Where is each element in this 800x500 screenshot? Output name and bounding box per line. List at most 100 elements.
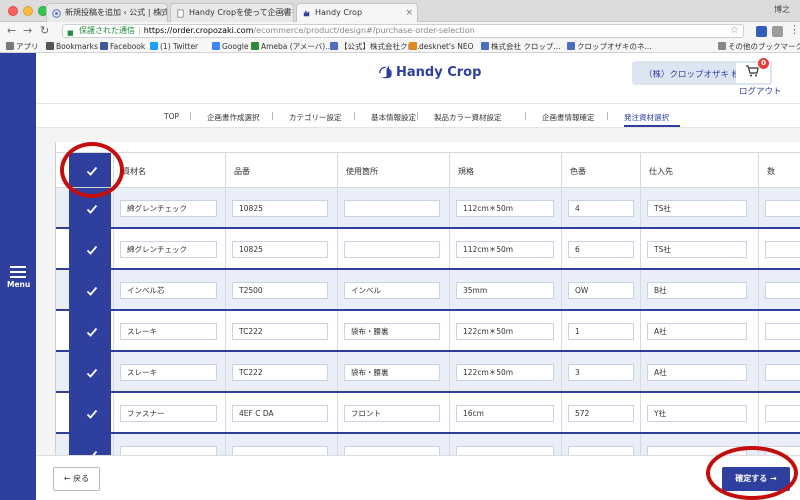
row-checkbox[interactable]	[86, 367, 98, 379]
step-item[interactable]: 発注資材選択	[624, 112, 669, 123]
row-checkbox[interactable]	[86, 326, 98, 338]
material-input[interactable]: インベル芯	[120, 282, 217, 299]
desknets-icon	[409, 42, 417, 50]
back-arrow-icon[interactable]: ←	[7, 24, 16, 38]
reload-icon[interactable]: ↻	[40, 24, 49, 38]
bookmark-star-icon[interactable]: ☆	[730, 25, 739, 37]
spec-input[interactable]: 35mm	[456, 282, 554, 299]
spec-input[interactable]: 122cm＊50m	[456, 364, 554, 381]
supplier-input[interactable]: A社	[647, 323, 747, 340]
table-row: スレーキ TC222 袋布・腰裏 122cm＊50m 3 A社	[56, 352, 800, 393]
quantity-input[interactable]	[765, 323, 800, 340]
step-item[interactable]: TOP	[164, 112, 179, 121]
quantity-input[interactable]	[765, 364, 800, 381]
step-item[interactable]: 製品カラー資材設定	[434, 112, 502, 123]
bookmark-item[interactable]: その他のブックマーク	[718, 40, 800, 53]
material-input[interactable]: ファスナー	[120, 405, 217, 422]
part-no-input[interactable]: T2500	[232, 282, 328, 299]
table-cell: 3	[561, 352, 640, 391]
bookmark-item[interactable]: Bookmarks	[46, 40, 98, 53]
color-no-input[interactable]: 572	[568, 405, 634, 422]
footer-bar: ← 戻る 確定する →	[36, 455, 800, 500]
bookmark-item[interactable]: アプリ	[6, 40, 39, 53]
part-no-input[interactable]: TC222	[232, 364, 328, 381]
back-button[interactable]: ← 戻る	[53, 467, 100, 491]
bookmark-item[interactable]: 株式会社 クロップ...	[481, 40, 561, 53]
logo[interactable]: Handy Crop	[378, 63, 481, 80]
location-input[interactable]	[344, 446, 440, 455]
bookmark-item[interactable]: Google	[212, 40, 248, 53]
location-input[interactable]: 袋布・腰裏	[344, 323, 440, 340]
color-no-input[interactable]: 6	[568, 241, 634, 258]
location-input[interactable]: インベル	[344, 282, 440, 299]
browser-tab-1[interactable]: 新規投稿を追加 ‹ 公式 | 株式会社 ×	[46, 3, 168, 22]
material-input[interactable]: スレーキ	[120, 323, 217, 340]
color-no-input[interactable]: OW	[568, 282, 634, 299]
color-no-input[interactable]: 3	[568, 364, 634, 381]
profile-name[interactable]: 博之	[774, 4, 790, 15]
bookmark-item[interactable]: (1) Twitter	[150, 40, 198, 53]
account-name[interactable]: （株）クロップオザキ 様	[644, 68, 740, 80]
part-no-input[interactable]: TC222	[232, 323, 328, 340]
active-step-underline	[624, 125, 680, 127]
spec-input[interactable]: 112cm＊50m	[456, 200, 554, 217]
part-no-input[interactable]	[232, 446, 328, 455]
chrome-menu-icon[interactable]: ⋮	[789, 23, 800, 36]
color-no-input[interactable]: 1	[568, 323, 634, 340]
location-input[interactable]	[344, 200, 440, 217]
spec-input[interactable]	[456, 446, 554, 455]
supplier-input[interactable]: B社	[647, 282, 747, 299]
location-input[interactable]: 袋布・腰裏	[344, 364, 440, 381]
browser-tab-3-active[interactable]: Handy Crop ×	[296, 3, 418, 22]
browser-tab-2[interactable]: Handy Cropを使って企画書を作 ×	[170, 3, 294, 22]
menu-button[interactable]: Menu	[7, 263, 30, 289]
quantity-input[interactable]	[765, 200, 800, 217]
extension-icon[interactable]	[756, 26, 767, 37]
window-close-button[interactable]	[8, 6, 18, 16]
supplier-input[interactable]: TS社	[647, 241, 747, 258]
bookmark-item[interactable]: Facebook	[100, 40, 145, 53]
step-item[interactable]: 企画書作成選択	[207, 112, 260, 123]
table-cell: 4EF C DA	[225, 393, 337, 432]
supplier-input[interactable]: TS社	[647, 200, 747, 217]
color-no-input[interactable]: 4	[568, 200, 634, 217]
row-checkbox[interactable]	[86, 244, 98, 256]
bookmark-item[interactable]: Ameba (アメーバ)...	[251, 40, 332, 53]
material-input[interactable]: 綿グレンチェック	[120, 200, 217, 217]
row-checkbox[interactable]	[86, 285, 98, 297]
bookmark-item[interactable]: クロップオザキのネ...	[567, 40, 652, 53]
step-item[interactable]: カテゴリー設定	[289, 112, 342, 123]
address-bar[interactable]: ■ 保護された通信 | https://order.cropozaki.com/ec…	[62, 24, 744, 38]
spec-input[interactable]: 112cm＊50m	[456, 241, 554, 258]
step-item[interactable]: 基本情報設定	[371, 112, 416, 123]
location-input[interactable]	[344, 241, 440, 258]
window-minimize-button[interactable]	[23, 6, 33, 16]
quantity-input[interactable]	[765, 241, 800, 258]
supplier-input[interactable]: Y社	[647, 405, 747, 422]
table-cell: 6	[561, 229, 640, 268]
logout-link[interactable]: ログアウト	[739, 85, 782, 97]
supplier-input[interactable]: A社	[647, 364, 747, 381]
spec-input[interactable]: 122cm＊50m	[456, 323, 554, 340]
material-input[interactable]	[120, 446, 217, 455]
location-input[interactable]: フロント	[344, 405, 440, 422]
tab-close-icon[interactable]: ×	[405, 4, 413, 22]
material-input[interactable]: 綿グレンチェック	[120, 241, 217, 258]
extension-icon[interactable]	[772, 26, 783, 37]
part-no-input[interactable]: 10825	[232, 200, 328, 217]
part-no-input[interactable]: 10825	[232, 241, 328, 258]
quantity-input[interactable]	[765, 282, 800, 299]
tab-close-icon[interactable]: ×	[281, 4, 289, 22]
tab-close-icon[interactable]: ×	[155, 4, 163, 22]
row-checkbox[interactable]	[86, 408, 98, 420]
part-no-input[interactable]: 4EF C DA	[232, 405, 328, 422]
spec-input[interactable]: 16cm	[456, 405, 554, 422]
step-item[interactable]: 企画書情報確定	[542, 112, 595, 123]
color-no-input[interactable]	[568, 446, 634, 455]
row-checkbox[interactable]	[86, 203, 98, 215]
material-input[interactable]: スレーキ	[120, 364, 217, 381]
forward-arrow-icon[interactable]: →	[23, 24, 32, 38]
table-cell: スレーキ	[113, 352, 225, 391]
bookmark-item[interactable]: desknet's NEO	[409, 40, 474, 53]
quantity-input[interactable]	[765, 405, 800, 422]
